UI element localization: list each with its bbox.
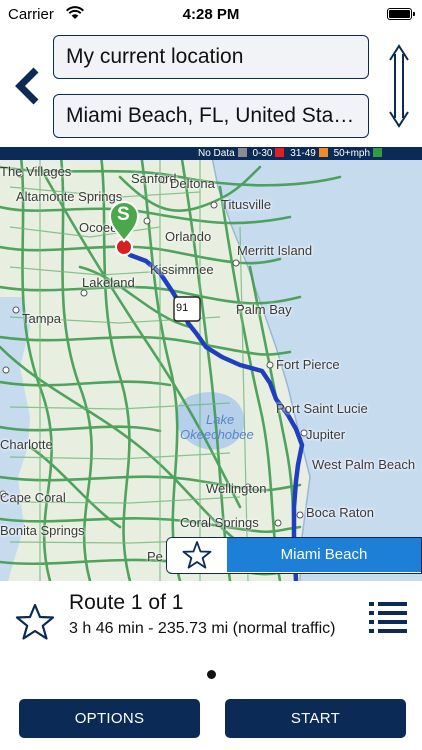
route-favorite-star-icon[interactable]	[15, 603, 55, 641]
legend-swatch-slow	[275, 148, 285, 157]
destination-favorite-button[interactable]	[167, 538, 227, 572]
city-label: Pe	[147, 549, 163, 564]
city-label: Bonita Springs	[0, 523, 85, 538]
destination-input[interactable]: Miami Beach, FL, United States	[53, 94, 369, 138]
legend-label-fast: 50+mph	[333, 148, 371, 159]
city-label: West Palm Beach	[312, 457, 416, 472]
route-header: My current location Miami Beach, FL, Uni…	[0, 28, 422, 147]
destination-name[interactable]: Miami Beach	[227, 538, 421, 572]
legend-label-medium: 31-49	[290, 148, 316, 159]
city-label: Cape Coral	[0, 490, 66, 505]
route-map[interactable]: 91 No Data 0-30 31-49 50+mph The Village…	[0, 147, 422, 581]
status-bar: Carrier 4:28 PM	[0, 0, 422, 28]
back-arrow-icon[interactable]	[12, 66, 42, 106]
options-button[interactable]: OPTIONS	[19, 699, 200, 738]
route-detail: 3 h 46 min - 235.73 mi (normal traffic)	[69, 620, 336, 637]
lake-label: Lake	[206, 412, 235, 427]
city-label: Altamonte Springs	[16, 189, 123, 204]
status-time: 4:28 PM	[182, 6, 240, 23]
legend-swatch-nodata	[237, 148, 247, 157]
city-label: Boca Raton	[306, 505, 374, 520]
legend-swatch-medium	[318, 148, 328, 157]
traffic-legend: No Data 0-30 31-49 50+mph	[0, 147, 422, 160]
city-label: Kissimmee	[150, 262, 214, 277]
destination-callout[interactable]: Miami Beach	[166, 537, 422, 574]
battery-icon	[387, 8, 415, 20]
route-info-panel: Route 1 of 1 3 h 46 min - 235.73 mi (nor…	[0, 581, 422, 750]
city-label: Tampa	[22, 311, 62, 326]
city-label: Jupiter	[306, 427, 346, 442]
legend-label-slow: 0-30	[252, 148, 273, 159]
star-outline-icon	[182, 541, 212, 569]
origin-input[interactable]: My current location	[53, 35, 369, 79]
city-label: Coral Springs	[180, 515, 259, 530]
city-label: Titusville	[221, 197, 272, 212]
city-label: Fort Pierce	[276, 357, 340, 372]
page-indicator-dot	[207, 670, 216, 679]
city-label: The Villages	[0, 164, 72, 179]
city-label: Deltona	[170, 176, 215, 191]
start-marker-label: S	[117, 204, 130, 225]
city-label: Charlotte	[0, 437, 53, 452]
city-label: Merritt Island	[237, 243, 313, 258]
route-title: Route 1 of 1	[69, 591, 184, 614]
city-label: Wellington	[206, 481, 267, 496]
lake-okeechobee-label: Okeechobee	[180, 427, 254, 442]
swap-route-icon[interactable]	[385, 44, 413, 128]
city-label: Palm Bay	[236, 302, 292, 317]
city-label: Port Saint Lucie	[276, 401, 368, 416]
city-label: Lakeland	[82, 275, 135, 290]
directions-list-icon[interactable]	[368, 599, 408, 633]
legend-label-nodata: No Data	[198, 148, 235, 159]
highway-shield-label: 91	[176, 302, 189, 314]
city-label: Orlando	[165, 229, 212, 244]
start-button[interactable]: START	[225, 699, 406, 738]
legend-swatch-fast	[373, 148, 383, 157]
